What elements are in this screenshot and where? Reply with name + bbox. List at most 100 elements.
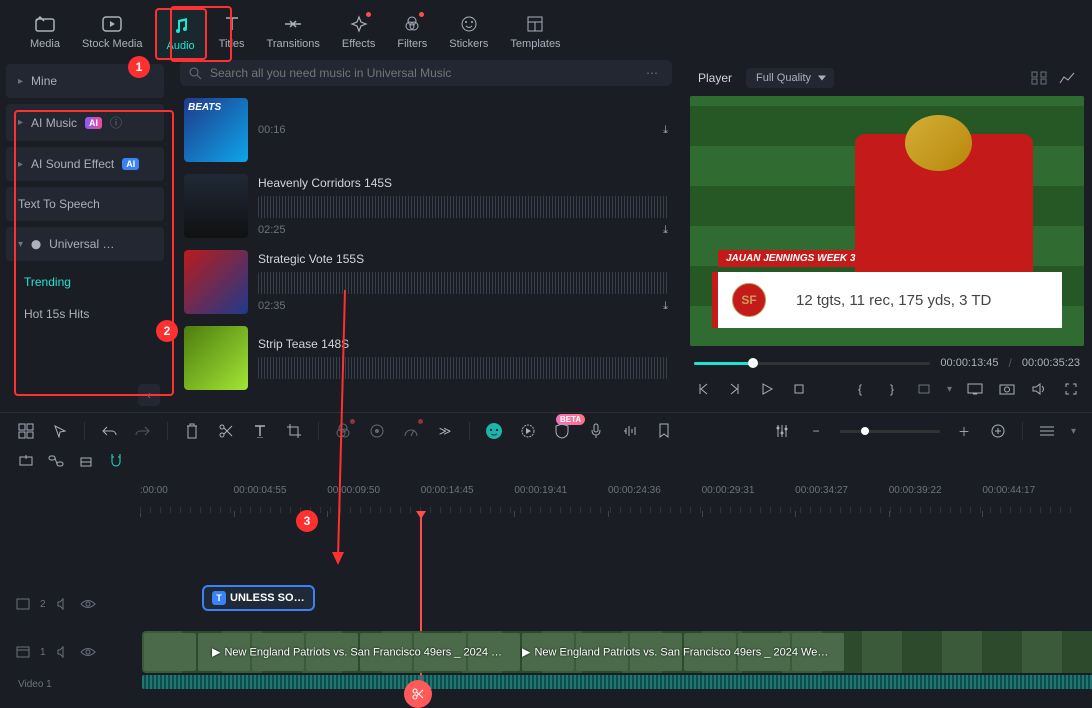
- music-title: Strip Tease 148S: [258, 337, 668, 351]
- ratio-icon[interactable]: [915, 380, 933, 398]
- mark-in-button[interactable]: {: [851, 380, 869, 398]
- sidebar-item-trending[interactable]: Trending: [6, 267, 164, 297]
- text-clip[interactable]: T UNLESS SO…: [202, 585, 315, 611]
- select-tool-icon[interactable]: [50, 421, 70, 441]
- play-button[interactable]: [758, 380, 776, 398]
- zoom-fit-button[interactable]: [988, 421, 1008, 441]
- folder-icon: [35, 14, 55, 34]
- sidebar-item-hot15[interactable]: Hot 15s Hits: [6, 299, 164, 329]
- scissor-handle[interactable]: [404, 680, 432, 708]
- sidebar-item-text-to-speech[interactable]: Text To Speech: [6, 187, 164, 221]
- scrub-track[interactable]: [694, 362, 930, 365]
- text-tool-icon[interactable]: [250, 421, 270, 441]
- volume-icon[interactable]: [1030, 380, 1048, 398]
- gear-play-icon[interactable]: [518, 421, 538, 441]
- player-preview[interactable]: JAUAN JENNINGS WEEK 3 SF 12 tgts, 11 rec…: [690, 96, 1084, 346]
- tab-templates[interactable]: Templates: [500, 8, 570, 60]
- chart-icon[interactable]: [1058, 69, 1076, 87]
- delete-button[interactable]: [182, 421, 202, 441]
- music-duration: 02:25: [258, 224, 286, 236]
- more-options-button[interactable]: ⋯: [640, 66, 664, 80]
- display-icon[interactable]: [966, 380, 984, 398]
- sidebar-item-ai-sound-effect[interactable]: ▸AI Sound EffectAI: [6, 147, 164, 181]
- track-body[interactable]: T UNLESS SO…: [140, 583, 1076, 625]
- quality-select[interactable]: Full Quality: [746, 68, 834, 88]
- ai-face-icon[interactable]: [484, 421, 504, 441]
- music-item[interactable]: Strategic Vote 155S 02:35⤓: [180, 244, 672, 320]
- link-tracks-icon[interactable]: [46, 451, 66, 471]
- tab-audio[interactable]: Audio: [155, 8, 207, 60]
- magnet-icon[interactable]: [106, 451, 126, 471]
- timeline-toolbar: ≫ BETA − ＋ ▾: [0, 412, 1092, 449]
- list-view-icon[interactable]: [1037, 421, 1057, 441]
- lock-tracks-icon[interactable]: [76, 451, 96, 471]
- mute-icon[interactable]: [56, 598, 70, 610]
- help-icon[interactable]: ⓘ: [110, 114, 122, 131]
- scrub-thumb[interactable]: [748, 358, 758, 368]
- download-icon[interactable]: ⤓: [663, 300, 668, 313]
- prev-frame-button[interactable]: [694, 380, 712, 398]
- waveform: [258, 272, 668, 294]
- music-item[interactable]: BEATS 00:16⤓: [180, 92, 672, 168]
- chevron-down-icon[interactable]: ▾: [947, 384, 952, 395]
- timeline-ruler[interactable]: :00:00 00:00:04:55 00:00:09:50 00:00:14:…: [0, 481, 1092, 513]
- next-frame-button[interactable]: [726, 380, 744, 398]
- mixer-icon[interactable]: [772, 421, 792, 441]
- search-input[interactable]: [210, 66, 632, 80]
- time-separator: /: [1009, 356, 1012, 370]
- collapse-sidebar-button[interactable]: ‹: [138, 384, 160, 406]
- shield-icon[interactable]: [552, 421, 572, 441]
- audio-wave-icon[interactable]: [620, 421, 640, 441]
- scrub-bar: 00:00:13:45 / 00:00:35:23: [690, 346, 1084, 374]
- visibility-icon[interactable]: [80, 647, 96, 657]
- sidebar-item-label: Trending: [24, 275, 71, 289]
- total-time: 00:00:35:23: [1022, 357, 1080, 369]
- zoom-slider[interactable]: [840, 430, 940, 433]
- track-type-icon[interactable]: [16, 646, 30, 658]
- zoom-thumb[interactable]: [861, 427, 869, 435]
- tab-label: Stickers: [449, 38, 488, 50]
- tab-effects[interactable]: Effects: [332, 8, 385, 60]
- crop-tool-icon[interactable]: [284, 421, 304, 441]
- snapshot-icon[interactable]: [998, 380, 1016, 398]
- annotation-arrow: [330, 290, 360, 570]
- zoom-out-button[interactable]: −: [806, 421, 826, 441]
- tab-media[interactable]: Media: [20, 8, 70, 60]
- stop-button[interactable]: [790, 380, 808, 398]
- fullscreen-icon[interactable]: [1062, 380, 1080, 398]
- track-type-icon[interactable]: [16, 598, 30, 610]
- grid-tool-icon[interactable]: [16, 421, 36, 441]
- tab-titles[interactable]: Titles: [209, 8, 255, 60]
- player-header: Player Full Quality: [690, 64, 1084, 96]
- zoom-in-button[interactable]: ＋: [954, 421, 974, 441]
- marker-icon[interactable]: [654, 421, 674, 441]
- visibility-icon[interactable]: [80, 599, 96, 609]
- sidebar-item-ai-music[interactable]: ▸AI MusicAIⓘ: [6, 104, 164, 141]
- color-tool-icon[interactable]: [367, 421, 387, 441]
- mute-icon[interactable]: [56, 646, 70, 658]
- team-logo: SF: [718, 272, 780, 328]
- mic-icon[interactable]: [586, 421, 606, 441]
- sidebar-item-universal[interactable]: ▾⬤Universal …: [6, 227, 164, 261]
- chevron-down-icon[interactable]: ▾: [1071, 426, 1076, 437]
- tab-transitions[interactable]: Transitions: [257, 8, 330, 60]
- download-icon[interactable]: ⤓: [663, 124, 668, 137]
- overlay-text: 12 tgts, 11 rec, 175 yds, 3 TD: [780, 272, 1062, 328]
- more-tools-button[interactable]: ≫: [435, 421, 455, 441]
- mark-out-button[interactable]: }: [883, 380, 901, 398]
- music-item[interactable]: Heavenly Corridors 145S 02:25⤓: [180, 168, 672, 244]
- tab-label: Titles: [219, 38, 245, 50]
- track-number: 2: [40, 599, 46, 610]
- redo-button[interactable]: [133, 421, 153, 441]
- tab-stock-media[interactable]: Stock Media: [72, 8, 153, 60]
- undo-button[interactable]: [99, 421, 119, 441]
- quality-select-wrap: Full Quality: [746, 68, 834, 88]
- tab-filters[interactable]: Filters: [387, 8, 437, 60]
- grid-view-icon[interactable]: [1030, 69, 1048, 87]
- split-button[interactable]: [216, 421, 236, 441]
- tab-stickers[interactable]: Stickers: [439, 8, 498, 60]
- add-track-button[interactable]: [16, 451, 36, 471]
- music-item[interactable]: Strip Tease 148S: [180, 320, 672, 396]
- speed-tool-icon[interactable]: [401, 421, 421, 441]
- download-icon[interactable]: ⤓: [663, 224, 668, 237]
